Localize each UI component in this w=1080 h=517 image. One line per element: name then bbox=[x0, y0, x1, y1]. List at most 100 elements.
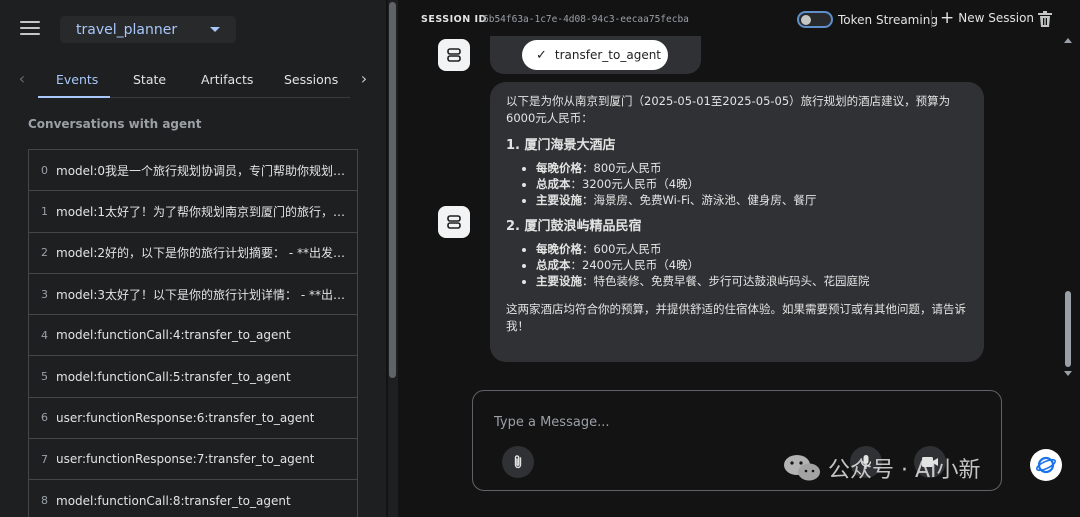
paperclip-icon bbox=[514, 455, 522, 469]
sidebar: travel_planner ‹ Events State Artifacts … bbox=[0, 0, 386, 517]
tab-events[interactable]: Events bbox=[56, 72, 98, 87]
robot-icon bbox=[447, 215, 461, 229]
event-row[interactable]: 0 model:0我是一个旅行规划协调员，专门帮助你规划旅行… bbox=[29, 150, 357, 192]
event-index: 3 bbox=[41, 287, 48, 301]
bot-avatar bbox=[438, 206, 470, 238]
event-text: model:2好的，以下是你的旅行计划摘要： - **出发地**… bbox=[56, 246, 346, 261]
plus-icon: + bbox=[940, 8, 955, 28]
session-id-label: SESSION ID bbox=[421, 14, 487, 25]
hotel-name: 2. 厦门鼓浪屿精品民宿 bbox=[506, 219, 642, 234]
sidebar-scrollbar[interactable] bbox=[388, 0, 398, 517]
session-id-value: 6b54f63a-1c7e-4d08-94c3-eecaa75fecba bbox=[483, 14, 689, 25]
hotel-detail: 主要设施：特色装修、免费早餐、步行可达鼓浪屿码头、花园庭院 bbox=[536, 273, 968, 289]
message-intro: 以下是为你从南京到厦门（2025-05-01至2025-05-05）旅行规划的酒… bbox=[506, 94, 951, 125]
detail-value: ：特色装修、免费早餐、步行可达鼓浪屿码头、花园庭院 bbox=[582, 274, 870, 288]
detail-key: 总成本 bbox=[536, 177, 571, 191]
event-text: model:3太好了！以下是你的旅行计划详情： - **出发地… bbox=[56, 287, 346, 302]
top-bar: SESSION ID 6b54f63a-1c7e-4d08-94c3-eecaa… bbox=[404, 0, 1080, 38]
event-row[interactable]: 5 model:functionCall:5:transfer_to_agent bbox=[29, 356, 357, 398]
robot-icon bbox=[447, 48, 461, 62]
hotel-detail: 每晚价格：800元人民币 bbox=[536, 160, 968, 176]
check-icon: ✓ bbox=[536, 47, 547, 63]
event-row[interactable]: 4 model:functionCall:4:transfer_to_agent bbox=[29, 315, 357, 357]
event-text: model:functionCall:4:transfer_to_agent bbox=[56, 328, 291, 343]
token-streaming-label: Token Streaming bbox=[838, 13, 938, 27]
event-text: model:functionCall:8:transfer_to_agent bbox=[56, 493, 291, 508]
event-index: 5 bbox=[41, 370, 48, 384]
app-selector[interactable]: travel_planner bbox=[60, 16, 236, 43]
event-row[interactable]: 8 model:functionCall:8:transfer_to_agent bbox=[29, 480, 357, 517]
tab-state[interactable]: State bbox=[133, 72, 166, 87]
event-text: model:functionCall:5:transfer_to_agent bbox=[56, 369, 291, 384]
sidebar-tabs: ‹ Events State Artifacts Sessions › bbox=[0, 62, 386, 98]
scroll-up-icon[interactable] bbox=[1064, 38, 1072, 43]
event-row[interactable]: 6 user:functionResponse:6:transfer_to_age… bbox=[29, 397, 357, 440]
trash-icon[interactable] bbox=[1038, 11, 1052, 27]
hotel-detail: 总成本：3200元人民币（4晚） bbox=[536, 176, 968, 192]
event-index: 4 bbox=[41, 328, 48, 342]
detail-value: ：3200元人民币（4晚） bbox=[570, 177, 700, 191]
bot-avatar bbox=[438, 39, 470, 71]
event-text: model:1太好了！为了帮你规划南京到厦门的旅行，我需… bbox=[56, 204, 346, 219]
hotel-details: 每晚价格：800元人民币 总成本：3200元人民币（4晚） 主要设施：海景房、免… bbox=[524, 160, 968, 208]
scroll-down-icon[interactable] bbox=[1064, 371, 1072, 376]
event-index: 0 bbox=[41, 163, 48, 177]
chevron-right-icon[interactable]: › bbox=[356, 70, 372, 88]
tab-sessions[interactable]: Sessions bbox=[284, 72, 338, 87]
detail-key: 主要设施 bbox=[536, 193, 582, 207]
attach-button[interactable] bbox=[502, 446, 534, 478]
detail-value: ：600元人民币 bbox=[582, 242, 662, 256]
detail-value: ：海景房、免费Wi-Fi、游泳池、健身房、餐厅 bbox=[582, 193, 817, 207]
hotel-name: 1. 厦门海景大酒店 bbox=[506, 138, 616, 153]
detail-key: 总成本 bbox=[536, 258, 571, 272]
hotel-detail: 总成本：2400元人民币（4晚） bbox=[536, 257, 968, 273]
chevron-left-icon[interactable]: ‹ bbox=[14, 70, 30, 88]
event-index: 8 bbox=[41, 494, 48, 508]
function-call-label: transfer_to_agent bbox=[554, 48, 662, 62]
divider bbox=[931, 10, 932, 28]
tab-artifacts[interactable]: Artifacts bbox=[201, 72, 253, 87]
assistant-message: 以下是为你从南京到厦门（2025-05-01至2025-05-05）旅行规划的酒… bbox=[490, 82, 984, 362]
active-tab-indicator bbox=[38, 96, 110, 98]
token-streaming-toggle[interactable] bbox=[797, 11, 833, 28]
event-index: 2 bbox=[41, 246, 48, 260]
hotel-detail: 主要设施：海景房、免费Wi-Fi、游泳池、健身房、餐厅 bbox=[536, 192, 968, 208]
event-index: 6 bbox=[41, 411, 48, 425]
chat-scrollbar[interactable] bbox=[1064, 38, 1072, 378]
new-session-button[interactable]: + New Session bbox=[940, 8, 1035, 28]
new-session-label: New Session bbox=[958, 11, 1035, 25]
section-title: Conversations with agent bbox=[28, 117, 202, 131]
hotel-detail: 每晚价格：600元人民币 bbox=[536, 241, 968, 257]
event-text: user:functionResponse:7:transfer_to_agen… bbox=[56, 452, 315, 467]
message-input[interactable]: Type a Message... bbox=[494, 415, 609, 430]
message-outro: 这两家酒店均符合你的预算，并提供舒适的住宿体验。如果需要预订或有其他问题，请告诉… bbox=[506, 302, 966, 333]
detail-value: ：2400元人民币（4晚） bbox=[570, 258, 700, 272]
event-text: model:0我是一个旅行规划协调员，专门帮助你规划旅行… bbox=[56, 163, 346, 178]
event-index: 7 bbox=[41, 452, 48, 466]
chat-panel: SESSION ID 6b54f63a-1c7e-4d08-94c3-eecaa… bbox=[404, 0, 1080, 517]
hotel-details: 每晚价格：600元人民币 总成本：2400元人民币（4晚） 主要设施：特色装修、… bbox=[524, 241, 968, 289]
assistant-badge-button[interactable] bbox=[1030, 449, 1062, 481]
detail-key: 每晚价格 bbox=[536, 242, 582, 256]
watermark: 公众号 · AI小新 bbox=[782, 452, 981, 484]
event-row[interactable]: 3 model:3太好了！以下是你的旅行计划详情： - **出发地… bbox=[29, 273, 357, 316]
toggle-knob bbox=[801, 15, 811, 25]
function-call-chip[interactable]: ✓ transfer_to_agent bbox=[522, 40, 668, 70]
app-selector-value: travel_planner bbox=[76, 21, 178, 38]
app-root: travel_planner ‹ Events State Artifacts … bbox=[0, 0, 1080, 517]
wechat-icon bbox=[784, 455, 820, 481]
event-row[interactable]: 7 user:functionResponse:7:transfer_to_age… bbox=[29, 439, 357, 481]
caret-down-icon bbox=[210, 27, 220, 32]
menu-icon[interactable] bbox=[20, 21, 40, 37]
event-text: user:functionResponse:6:transfer_to_agen… bbox=[56, 410, 315, 425]
planet-icon bbox=[1036, 456, 1056, 474]
detail-key: 主要设施 bbox=[536, 274, 582, 288]
event-list: 0 model:0我是一个旅行规划协调员，专门帮助你规划旅行… 1 model:1太… bbox=[28, 149, 358, 517]
event-row[interactable]: 2 model:2好的，以下是你的旅行计划摘要： - **出发地**… bbox=[29, 232, 357, 274]
event-index: 1 bbox=[41, 204, 48, 218]
function-call-bubble: ✓ transfer_to_agent bbox=[490, 36, 701, 74]
detail-value: ：800元人民币 bbox=[582, 161, 662, 175]
event-row[interactable]: 1 model:1太好了！为了帮你规划南京到厦门的旅行，我需… bbox=[29, 191, 357, 233]
scrollbar-thumb[interactable] bbox=[389, 2, 396, 378]
scrollbar-thumb[interactable] bbox=[1065, 291, 1071, 367]
